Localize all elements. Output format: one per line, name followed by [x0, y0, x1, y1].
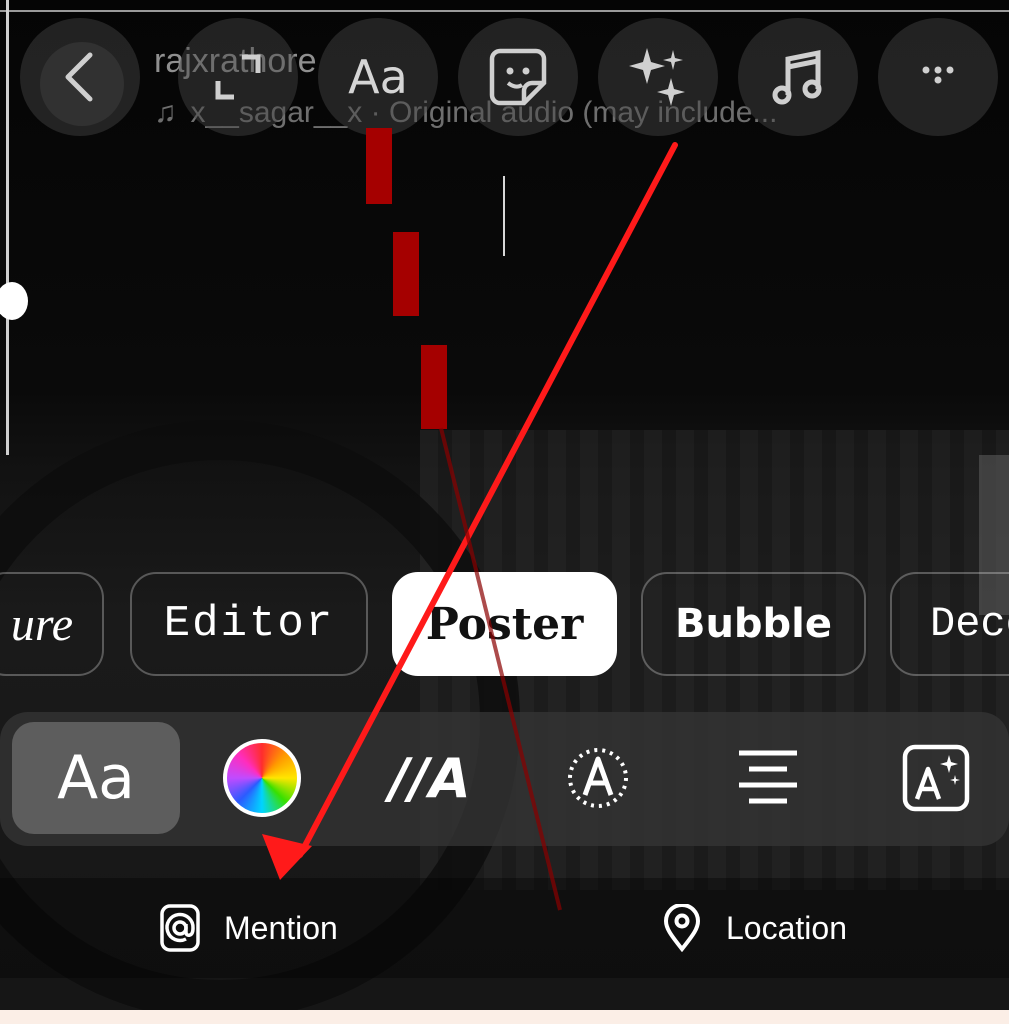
sticker-button[interactable] [458, 18, 578, 136]
chevron-left-icon [65, 52, 93, 102]
bottom-action-row [0, 878, 1009, 978]
text-tool-label: Aa [348, 50, 408, 104]
location-pin-icon [663, 904, 701, 952]
story-editor-screen: rajxrathore ♫ x__sagar__x · Original audi… [0, 0, 1009, 1024]
font-label: Aa [57, 743, 135, 813]
effects-button[interactable] [598, 18, 718, 136]
animation-button[interactable]: //A [346, 722, 514, 834]
style-label: Editor [163, 599, 335, 649]
text-effects-button[interactable] [852, 722, 1009, 834]
sparkle-a-icon [902, 744, 970, 812]
align-center-button[interactable] [684, 722, 852, 834]
style-label: Poster [425, 598, 584, 650]
more-button[interactable] [878, 18, 998, 136]
location-label: Location [726, 909, 847, 946]
text-tool-button[interactable]: Aa [318, 18, 438, 136]
style-pill-bubble[interactable]: Bubble [641, 572, 866, 676]
screen-bottom-edge [0, 1010, 1009, 1024]
dashed-line-segment [393, 232, 419, 316]
more-dots-icon [922, 66, 954, 84]
style-label: Bubble [674, 601, 833, 647]
animation-label: //A [389, 746, 471, 810]
mention-button[interactable]: Mention [160, 900, 338, 956]
outlined-a-icon [568, 748, 628, 808]
resize-button[interactable] [178, 18, 298, 136]
color-wheel-icon [223, 739, 301, 817]
music-button[interactable] [738, 18, 858, 136]
style-pill-poster[interactable]: Poster [392, 572, 617, 676]
sticker-icon [489, 48, 547, 106]
dashed-line-segment [421, 345, 447, 429]
style-label: ure [10, 597, 74, 651]
sparkles-icon [629, 48, 685, 106]
resize-icon [215, 54, 261, 100]
dashed-line-segment [366, 128, 392, 204]
text-cursor [503, 176, 505, 256]
progress-line [0, 10, 1009, 12]
style-label: Deco [930, 600, 1009, 648]
back-button[interactable] [20, 18, 140, 136]
font-button[interactable]: Aa [12, 722, 180, 834]
music-note-icon: ♫ [154, 96, 177, 129]
at-sign-icon [160, 904, 200, 952]
style-pill-signature[interactable]: ure [0, 572, 104, 676]
text-size-slider-track[interactable] [6, 0, 9, 455]
location-button[interactable]: Location [662, 900, 847, 956]
style-pill-deco[interactable]: Deco [890, 572, 1009, 676]
style-pill-editor[interactable]: Editor [130, 572, 368, 676]
music-note-icon [772, 49, 822, 105]
text-outline-button[interactable] [514, 722, 682, 834]
align-center-icon [739, 750, 797, 804]
mention-label: Mention [224, 909, 338, 946]
color-button[interactable] [178, 722, 346, 834]
